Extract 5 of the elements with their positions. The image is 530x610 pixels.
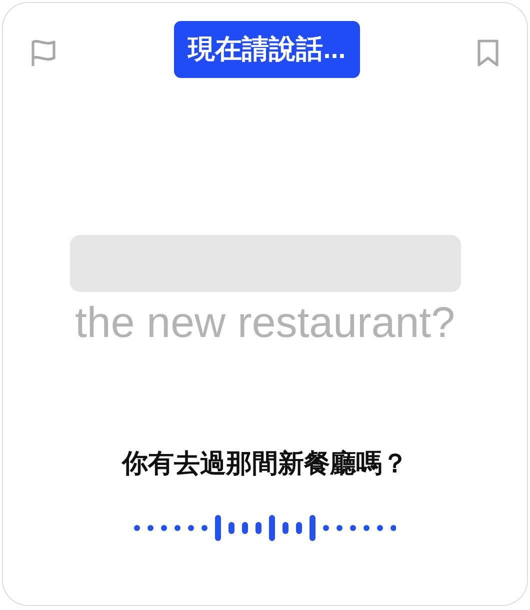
chinese-text: 你有去過那間新餐廳嗎？ [122, 448, 408, 481]
status-badge: 現在請說話... [174, 21, 360, 78]
english-text: the new restaurant? [74, 302, 456, 345]
flag-icon[interactable] [31, 39, 57, 67]
bookmark-icon[interactable] [476, 39, 499, 67]
